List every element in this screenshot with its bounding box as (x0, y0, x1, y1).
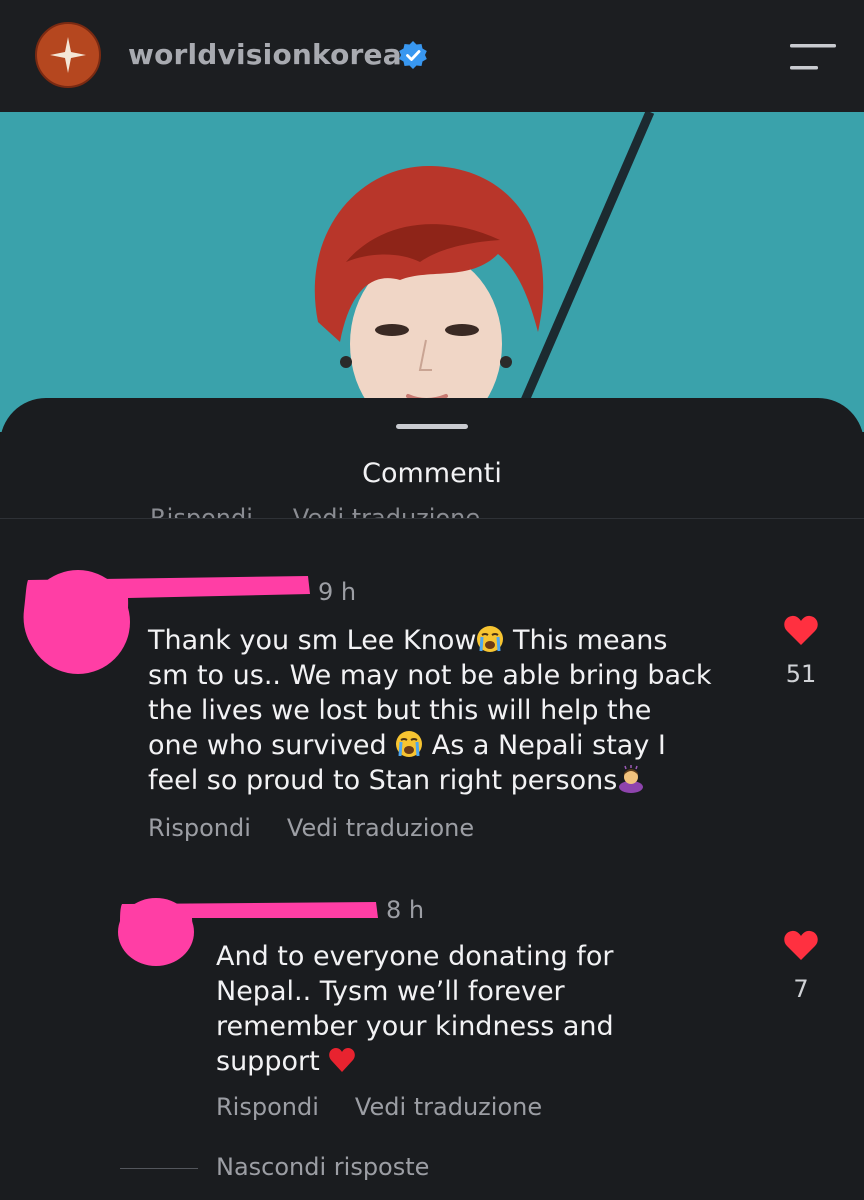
comment-actions: Rispondi Vedi traduzione (216, 1093, 578, 1121)
heart-icon[interactable] (783, 614, 819, 646)
hide-replies-button[interactable]: Nascondi risposte (216, 1153, 429, 1181)
comment-text: Thank you sm Lee Know This means sm to u… (148, 623, 712, 798)
comment-line: sm to us.. We may not be able bring back (148, 660, 712, 691)
post-header: worldvisionkorea (0, 0, 864, 112)
post-photo[interactable] (0, 112, 864, 432)
see-translation-button[interactable]: Vedi traduzione (355, 1093, 542, 1121)
hide-replies-line (120, 1168, 198, 1169)
menu-icon[interactable] (790, 42, 836, 72)
see-translation-button[interactable]: Vedi traduzione (287, 814, 474, 842)
reply-button[interactable]: Rispondi (148, 814, 251, 842)
like-count: 51 (785, 660, 817, 688)
reply-button[interactable]: Rispondi (216, 1093, 319, 1121)
previous-translate-link[interactable]: Vedi traduzione (293, 504, 480, 518)
heart-icon[interactable] (783, 929, 819, 961)
comment-text: And to everyone donating for Nepal.. Tys… (216, 939, 614, 1079)
comment-line: one who survived As a Nepali stay I (148, 730, 666, 761)
comment-line: And to everyone donating for (216, 941, 614, 972)
account-avatar[interactable] (35, 22, 101, 88)
crying-face-emoji-icon (477, 626, 504, 652)
comments-sheet: Commenti Rispondi Vedi traduzione 9 h Tha… (0, 398, 864, 1200)
red-heart-emoji-icon (329, 1048, 356, 1072)
comment-line: the lives we lost but this will help the (148, 695, 652, 726)
comment-time: 9 h (318, 578, 357, 606)
sheet-divider (0, 518, 864, 519)
comment-line: Thank you sm Lee Know This means (148, 625, 668, 656)
comment-time: 8 h (386, 896, 425, 924)
verified-badge-icon (399, 41, 427, 69)
previous-reply-link[interactable]: Rispondi (150, 504, 253, 518)
world-vision-star-icon (50, 37, 86, 73)
like-count: 7 (793, 975, 809, 1003)
comment-line: Nepal.. Tysm we’ll forever (216, 976, 565, 1007)
comment-line: remember your kindness and (216, 1011, 614, 1042)
crying-face-emoji-icon (396, 731, 423, 757)
comment-line: support (216, 1044, 614, 1079)
post-photo-illustration (0, 112, 864, 432)
account-name[interactable]: worldvisionkorea (128, 38, 402, 71)
comment-line: feel so proud to Stan right persons (148, 763, 712, 798)
sheet-title: Commenti (362, 458, 502, 489)
instagram-comments-screen: worldvisionkorea Commenti Rispondi Vedi … (0, 0, 864, 1200)
sheet-drag-handle[interactable] (396, 424, 468, 429)
person-bowing-emoji-icon (619, 765, 644, 793)
comment-actions: Rispondi Vedi traduzione (148, 814, 510, 842)
previous-comment-actions: Rispondi Vedi traduzione (150, 504, 520, 518)
